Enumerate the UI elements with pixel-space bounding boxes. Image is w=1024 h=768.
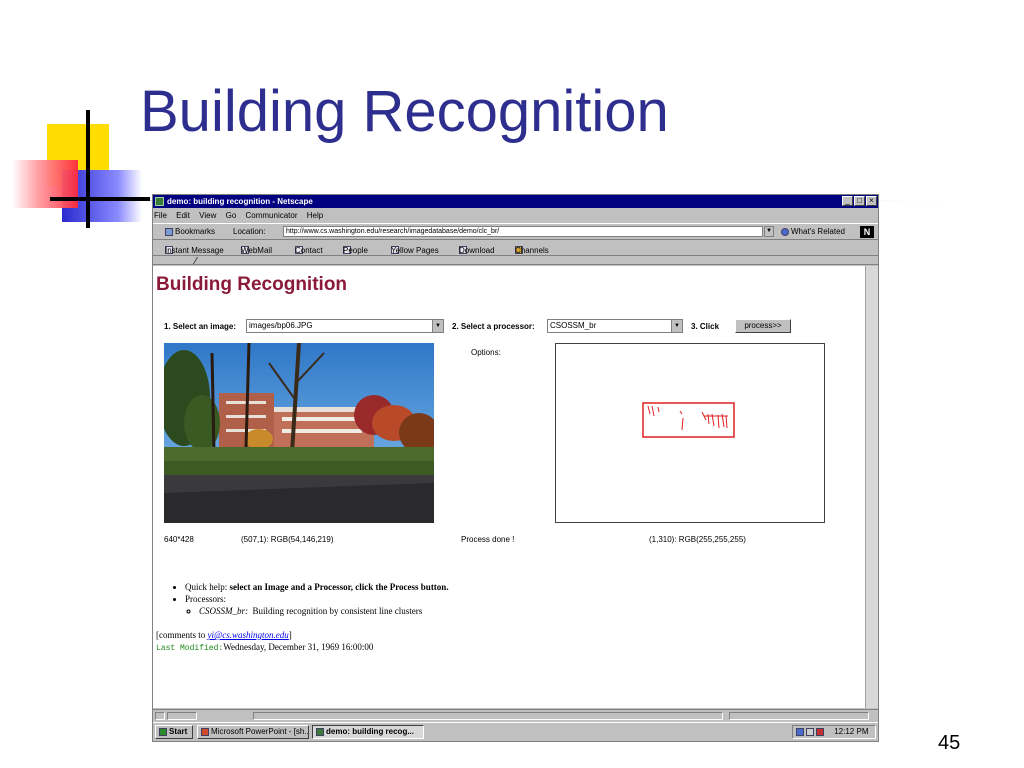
security-icon[interactable] [155, 712, 165, 720]
taskbar-item-powerpoint[interactable]: Microsoft PowerPoint - [sh... [197, 725, 309, 739]
quick-help-text: select an Image and a Processor, click t… [229, 582, 449, 592]
contact-label: Contact [295, 246, 323, 255]
vertical-line-decoration [86, 110, 90, 228]
result-image [555, 343, 825, 523]
step1-label: 1. Select an image: [164, 322, 237, 331]
window-titlebar[interactable]: demo: building recognition - Netscape _ … [153, 195, 878, 208]
step2-label: 2. Select a processor: [452, 322, 535, 331]
options-label: Options: [471, 348, 501, 357]
process-button[interactable]: process>> [735, 319, 791, 333]
last-modified-line: Last Modified:Wednesday, December 31, 19… [156, 642, 373, 653]
processor-entry: CSOSSM_br: Building recognition by consi… [199, 605, 449, 617]
webmail-label: WebMail [241, 246, 272, 255]
bookmarks-label: Bookmarks [175, 227, 216, 236]
chevron-down-icon[interactable]: ▼ [671, 320, 682, 332]
channels-label: Channels [515, 246, 549, 255]
comments-email-link[interactable]: yi@cs.washington.edu [208, 630, 289, 640]
menu-view[interactable]: View [199, 211, 216, 220]
netscape-app-icon [155, 197, 164, 206]
comments-suffix: ] [288, 630, 292, 640]
processor-name: CSOSSM_br: [199, 606, 248, 616]
help-section: Quick help: select an Image and a Proces… [173, 581, 449, 617]
component-bar[interactable] [729, 712, 869, 720]
location-label: Location: [233, 227, 266, 236]
toolbar-tab-strip [153, 257, 878, 265]
image-select-value: images/bp06.JPG [249, 321, 313, 330]
menu-help[interactable]: Help [307, 211, 323, 220]
vertical-scrollbar[interactable] [865, 266, 878, 708]
detected-building-box [642, 402, 735, 438]
whats-related-icon [781, 227, 789, 236]
step3-label: 3. Click [691, 322, 720, 331]
last-modified-value: Wednesday, December 31, 1969 16:00:00 [223, 642, 374, 652]
netscape-icon [316, 727, 324, 736]
taskbar-item-label: demo: building recog... [326, 727, 414, 736]
location-toolbar: Bookmarks Location: http://www.cs.washin… [153, 223, 878, 240]
chevron-down-icon[interactable]: ▼ [432, 320, 443, 332]
windows-taskbar: Start Microsoft PowerPoint - [sh... demo… [153, 722, 878, 741]
source-image [164, 343, 434, 523]
people-label: People [343, 246, 368, 255]
powerpoint-icon [201, 727, 209, 736]
image-size-text: 640*428 [164, 535, 194, 544]
taskbar-item-netscape[interactable]: demo: building recog... [312, 725, 424, 739]
process-status: Process done ! [461, 535, 515, 544]
shield-icon[interactable] [796, 727, 804, 736]
comments-prefix: [comments to [156, 630, 206, 640]
left-pixel-readout: (507,1): RGB(54,146,219) [241, 535, 334, 544]
close-icon[interactable]: × [866, 196, 877, 206]
system-tray: 12:12 PM [792, 725, 876, 739]
horizontal-line-decoration [50, 197, 150, 201]
processor-desc: Building recognition by consistent line … [252, 606, 423, 616]
personal-toolbar: Instant Message WebMail Contact People Y… [153, 240, 878, 256]
netscape-window: demo: building recognition - Netscape _ … [152, 194, 879, 742]
bookmarks-button[interactable]: Bookmarks [165, 227, 215, 236]
windows-logo-icon [159, 727, 167, 736]
clock: 12:12 PM [834, 727, 869, 736]
netscape-logo-icon: N [860, 226, 874, 238]
whats-related-button[interactable]: What's Related [781, 227, 845, 236]
instant-message-label: Instant Message [165, 246, 224, 255]
whats-related-label: What's Related [791, 227, 845, 236]
quick-help-prefix: Quick help: [185, 582, 228, 592]
processor-select-value: CSOSSM_br [550, 321, 597, 330]
right-pixel-readout: (1,310): RGB(255,255,255) [649, 535, 746, 544]
volume-icon[interactable] [806, 727, 814, 736]
menu-go[interactable]: Go [226, 211, 237, 220]
processors-item: Processors: [185, 593, 449, 605]
progress-area [167, 712, 197, 720]
processors-label: Processors: [185, 594, 226, 604]
start-label: Start [169, 727, 188, 736]
network-icon[interactable] [816, 727, 824, 736]
page-content: Building Recognition 1. Select an image:… [153, 266, 865, 708]
toolbar-collapse-tab[interactable] [153, 257, 199, 264]
comments-line: [comments to yi@cs.washington.edu] [156, 630, 292, 640]
window-title: demo: building recognition - Netscape [167, 197, 313, 206]
maximize-icon[interactable]: □ [854, 196, 865, 206]
yellow-pages-label: Yellow Pages [391, 246, 439, 255]
page-title: Building Recognition [156, 274, 348, 295]
url-field[interactable]: http://www.cs.washington.edu/research/im… [283, 226, 763, 237]
building-photo [164, 343, 434, 523]
start-button[interactable]: Start [155, 725, 193, 739]
download-label: Download [459, 246, 495, 255]
slide-number: 45 [938, 732, 961, 754]
status-message-area [253, 712, 723, 720]
last-modified-label: Last Modified: [156, 644, 224, 653]
bookmarks-icon [165, 227, 173, 236]
processor-select[interactable]: CSOSSM_br ▼ [547, 319, 683, 333]
minimize-icon[interactable]: _ [842, 196, 853, 206]
slide-title: Building Recognition [140, 79, 669, 144]
url-dropdown-icon[interactable]: ▼ [764, 226, 774, 237]
image-select[interactable]: images/bp06.JPG ▼ [246, 319, 444, 333]
menu-communicator[interactable]: Communicator [246, 211, 298, 220]
menu-edit[interactable]: Edit [176, 211, 190, 220]
quick-help-item: Quick help: select an Image and a Proces… [185, 581, 449, 593]
menu-file[interactable]: File [154, 211, 167, 220]
menu-bar: File Edit View Go Communicator Help [153, 209, 878, 222]
taskbar-item-label: Microsoft PowerPoint - [sh... [211, 727, 309, 736]
status-bar [153, 709, 878, 722]
